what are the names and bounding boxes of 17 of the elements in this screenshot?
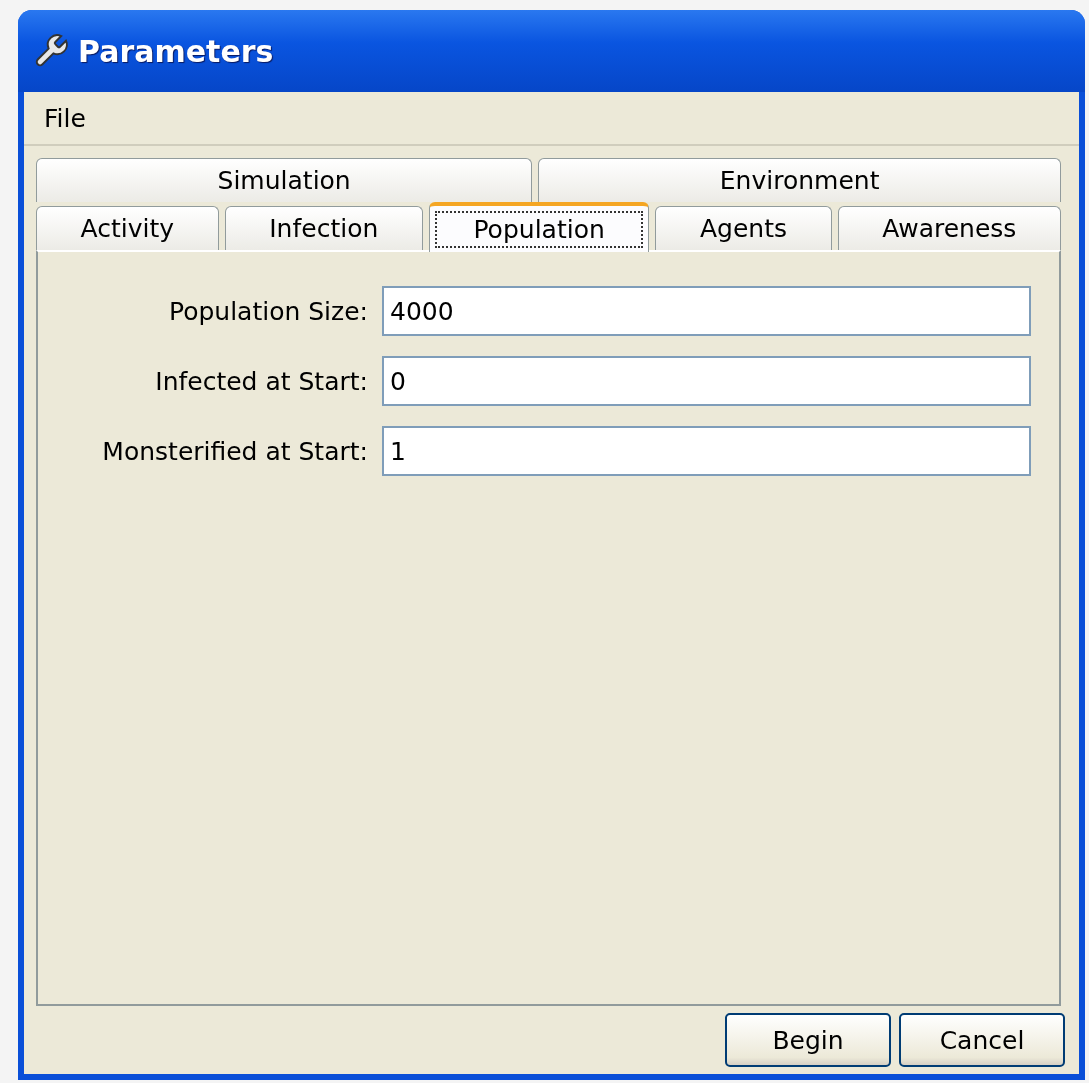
- field-label: Monsterified at Start:: [101, 436, 369, 466]
- tab[interactable]: Simulation: [36, 158, 533, 202]
- tab[interactable]: Infection: [224, 206, 423, 250]
- window-title: Parameters: [78, 33, 274, 69]
- tab[interactable]: Environment: [538, 158, 1061, 202]
- input-field[interactable]: 1: [382, 426, 1031, 476]
- input-field[interactable]: 4000: [382, 286, 1031, 336]
- tab[interactable]: Population: [428, 202, 650, 252]
- tab[interactable]: Activity: [36, 206, 219, 250]
- tab[interactable]: Agents: [655, 206, 832, 250]
- field-label: Infected at Start:: [154, 366, 369, 396]
- dialog-button[interactable]: Begin: [725, 1013, 891, 1067]
- menu-item[interactable]: File: [44, 103, 86, 133]
- dialog-button[interactable]: Cancel: [899, 1013, 1065, 1067]
- tab[interactable]: Awareness: [837, 206, 1061, 250]
- input-field[interactable]: 0: [382, 356, 1031, 406]
- field-label: Population Size:: [167, 296, 369, 326]
